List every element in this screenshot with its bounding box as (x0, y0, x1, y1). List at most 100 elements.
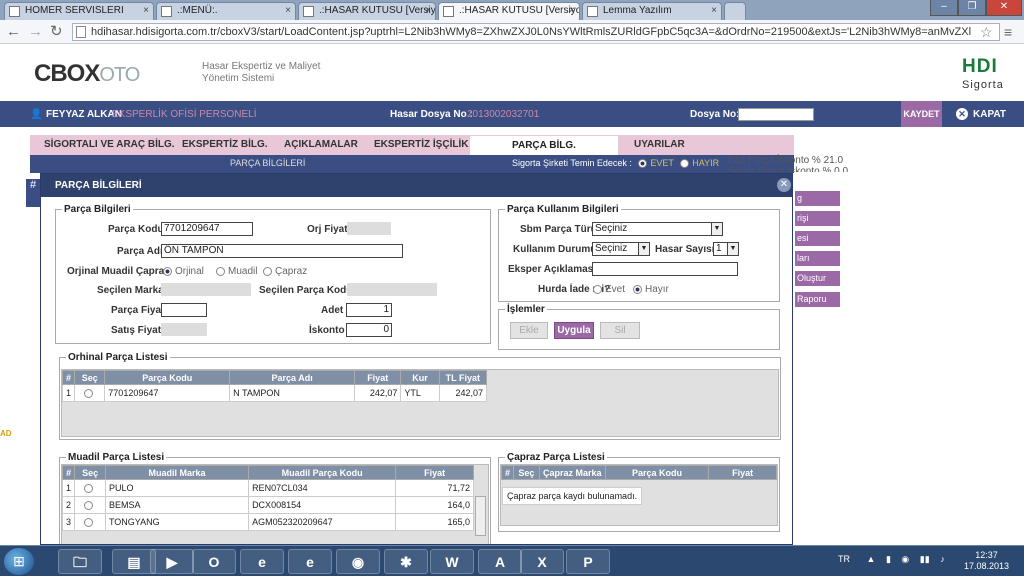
sil-button[interactable]: Sil (600, 322, 640, 339)
tab-aciklamalar[interactable]: AÇIKLAMALAR (284, 139, 358, 150)
adet-input[interactable]: 1 (346, 303, 392, 317)
secilen-parca-kodu-field (347, 283, 437, 296)
url-input[interactable]: hdihasar.hdisigorta.com.tr/cboxV3/start/… (72, 23, 1000, 41)
side-button[interactable]: g (795, 191, 840, 206)
hurda-hayir-radio[interactable] (633, 284, 642, 294)
temin-edecek: Sigorta Şirketi Temin Edecek : EVET HAYI… (512, 158, 720, 169)
side-button[interactable]: esi (795, 231, 840, 246)
kullanim-select[interactable]: Seçiniz ▼ (592, 242, 650, 256)
close-icon[interactable]: × (425, 3, 431, 19)
modal-close-icon[interactable]: ✕ (777, 178, 791, 192)
minimize-button[interactable]: – (930, 0, 958, 16)
muadil-scrollbar[interactable] (475, 496, 486, 536)
tray-arrow-icon[interactable]: ▲ (867, 554, 876, 564)
tab-parca[interactable]: PARÇA BİLG. (470, 136, 618, 155)
sbm-select[interactable]: Seçiniz ▼ (592, 222, 723, 236)
network-icon[interactable]: ▮ (886, 554, 891, 564)
taskbar: ⊞ 🗀 ▤ ▶ O e e ◉ ✱ W A X P TR ▲ ▮ ◉ ▮▮ ♪ … (0, 545, 1024, 576)
hasar-sayisi-select[interactable]: 1 ▼ (713, 242, 739, 256)
app-icon[interactable]: ✱ (384, 549, 428, 574)
strip-title: PARÇA BİLGİLERİ (230, 158, 306, 168)
page-icon (587, 6, 598, 17)
side-button[interactable]: ları (795, 251, 840, 266)
table-row[interactable]: 1 PULO REN07CL034 71,72 (61, 479, 474, 497)
close-icon[interactable]: × (143, 3, 149, 19)
back-icon[interactable]: ← (6, 23, 21, 41)
media-player-icon[interactable]: ▶ (150, 549, 194, 574)
orjinal-table: # Seç Parça Kodu Parça Adı Fiyat Kur TL … (61, 370, 488, 402)
window-close-button[interactable]: ✕ (986, 0, 1022, 16)
side-button[interactable]: Raporu (795, 292, 840, 307)
tab-uyarilar[interactable]: UYARILAR (634, 139, 685, 150)
dosya-no-input[interactable] (738, 108, 814, 121)
word-icon[interactable]: W (430, 549, 474, 574)
muadil-radio[interactable] (216, 266, 225, 276)
tab-ekspertiz[interactable]: EKSPERTİZ BİLG. (182, 139, 268, 150)
volume-icon[interactable]: ♪ (940, 554, 945, 564)
secilen-marka-label: Seçilen Marka (97, 285, 164, 296)
browser-tab-active[interactable]: .:HASAR KUTUSU [Versiyo × (438, 2, 580, 21)
ekle-button[interactable]: Ekle (510, 322, 548, 339)
maximize-button[interactable]: ❐ (958, 0, 986, 16)
uygula-button[interactable]: Uygula (554, 322, 594, 339)
row-select-radio[interactable] (84, 501, 94, 511)
menu-icon[interactable]: ≡ (1004, 24, 1012, 40)
tab-iscilik[interactable]: EKSPERTİZ İŞÇİLİK (374, 139, 468, 150)
chrome-icon[interactable]: ◉ (336, 549, 380, 574)
save-button[interactable]: KAYDET (901, 101, 942, 127)
close-icon[interactable]: × (285, 3, 291, 19)
evet-radio[interactable] (638, 159, 648, 169)
signal-icon[interactable]: ▮▮ (920, 554, 930, 564)
orj-fiyat-field (347, 222, 391, 235)
table-row[interactable]: 3 TONGYANG AGM052320209647 165,0 (61, 513, 474, 531)
hayir-radio[interactable] (680, 159, 690, 169)
bookmark-star-icon[interactable]: ☆ (980, 24, 993, 41)
pdf-icon[interactable]: A (478, 549, 522, 574)
close-icon[interactable]: × (711, 3, 717, 19)
new-tab-button[interactable] (724, 2, 746, 20)
browser-tab[interactable]: Lemma Yazılım × (582, 2, 722, 20)
tab-sigortali[interactable]: SİGORTALI VE ARAÇ BİLG. (44, 139, 175, 150)
status-icon[interactable]: ◉ (901, 554, 909, 564)
side-button[interactable]: rişi (795, 211, 840, 226)
hurda-evet-option[interactable]: Evet (593, 284, 625, 295)
capraz-radio[interactable] (263, 266, 272, 276)
browser-tab[interactable]: .:MENÜ:. × (156, 2, 296, 20)
reload-icon[interactable]: ↻ (50, 23, 63, 41)
table-row[interactable]: 1 7701209647 N TAMPON 242,07 YTL 242,07 (61, 384, 488, 402)
parca-kodu-input[interactable]: 7701209647 (161, 222, 253, 236)
iskonto-input[interactable]: 0 (346, 323, 392, 337)
excel-icon[interactable]: X (520, 549, 564, 574)
start-button[interactable]: ⊞ (4, 548, 34, 575)
powerpoint-icon[interactable]: P (566, 549, 610, 574)
clock[interactable]: 12:37 17.08.2013 (964, 550, 1009, 572)
hurda-hayir-option[interactable]: Hayır (633, 284, 669, 295)
browser-tab[interactable]: HOMER SERVISLERI × (4, 2, 154, 20)
chevron-down-icon: ▼ (711, 223, 722, 235)
hurda-evet-radio[interactable] (593, 284, 602, 294)
orjinal-option[interactable]: Orjinal (163, 266, 204, 277)
parca-fiyat-input[interactable] (161, 303, 207, 317)
close-icon[interactable]: × (569, 3, 575, 19)
side-button[interactable]: Oluştur (795, 271, 840, 286)
muadil-option[interactable]: Muadil (216, 266, 257, 277)
table-row[interactable]: 2 BEMSA DCX008154 164,0 (61, 496, 474, 514)
capraz-option[interactable]: Çapraz (263, 266, 307, 277)
orjinal-radio[interactable] (163, 266, 172, 276)
browser-tab[interactable]: .:HASAR KUTUSU [Versiyo × (298, 2, 436, 20)
language-indicator[interactable]: TR (838, 554, 850, 564)
eksper-input[interactable] (592, 262, 738, 276)
explorer-icon[interactable]: 🗀 (58, 549, 102, 574)
forward-icon[interactable]: → (28, 23, 43, 41)
close-button[interactable]: ✕ KAPAT (956, 108, 1006, 120)
outlook-icon[interactable]: O (192, 549, 236, 574)
hdi-logo-sub: Sigorta (962, 79, 1004, 91)
row-select-radio[interactable] (84, 518, 94, 528)
row-select-radio[interactable] (83, 389, 93, 399)
brand-header (0, 45, 1024, 101)
ie-icon-2[interactable]: e (288, 549, 332, 574)
iskonto-info: Baz Parça İskonto % 21.0 Servis Parça İs… (728, 155, 849, 172)
row-select-radio[interactable] (84, 484, 94, 494)
parca-adi-input[interactable]: ÖN TAMPON (161, 244, 403, 258)
ie-icon[interactable]: e (240, 549, 284, 574)
